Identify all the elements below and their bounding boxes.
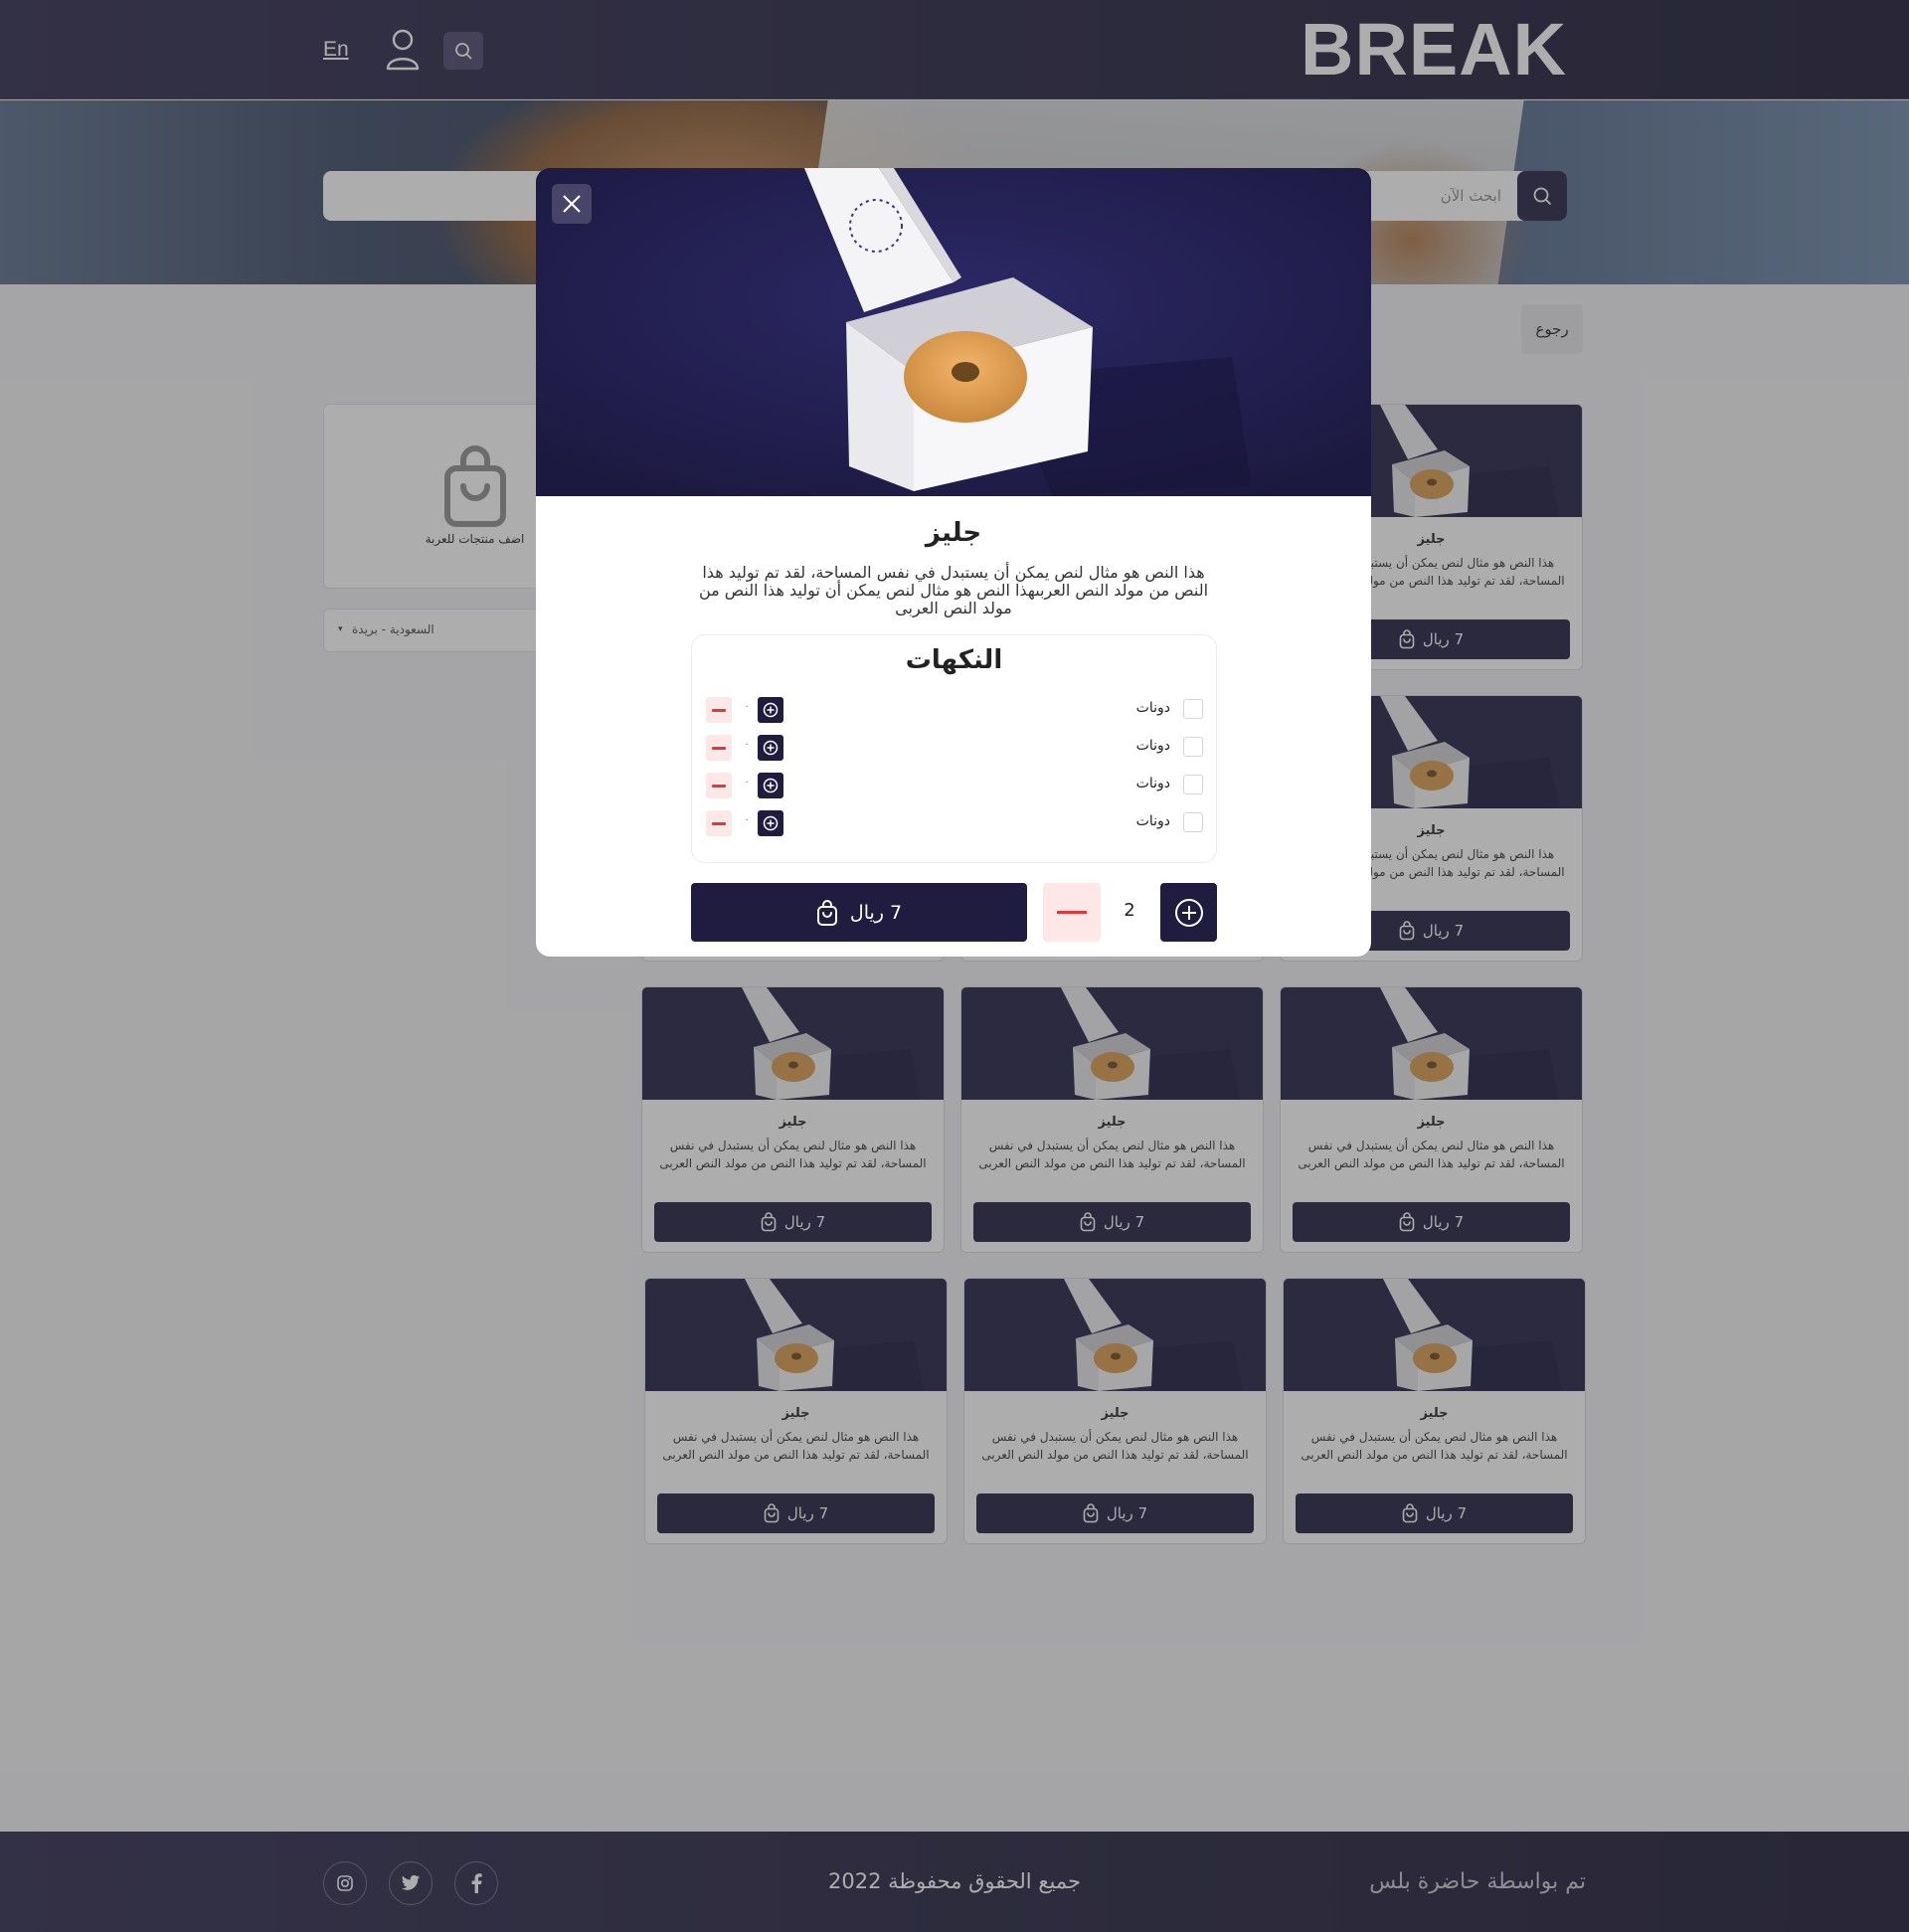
product-modal: جليز هذا النص هو مثال لنص يمكن أن يستبدل… xyxy=(536,168,1371,957)
product-image xyxy=(536,168,1371,496)
plus-circle-icon xyxy=(763,778,779,793)
flavor-row: دونات ٠ xyxy=(692,695,1218,723)
flavor-checkbox[interactable] xyxy=(1183,737,1203,757)
flavor-increase-button[interactable] xyxy=(758,773,783,798)
quantity-increase-button[interactable] xyxy=(1160,883,1217,942)
flavor-name: دونات xyxy=(1135,700,1170,716)
flavor-checkbox[interactable] xyxy=(1183,812,1203,832)
plus-circle-icon xyxy=(763,702,779,718)
add-to-cart-price: 7 ريال xyxy=(849,901,903,924)
flavor-name: دونات xyxy=(1135,813,1170,829)
flavor-decrease-button[interactable] xyxy=(706,810,732,836)
flavor-checkbox[interactable] xyxy=(1183,699,1203,719)
minus-icon xyxy=(712,746,726,750)
add-to-cart-button[interactable]: 7 ريال xyxy=(691,883,1027,942)
shopping-bag-icon xyxy=(816,899,837,926)
plus-circle-icon xyxy=(763,740,779,756)
flavor-name: دونات xyxy=(1135,738,1170,754)
flavor-increase-button[interactable] xyxy=(758,697,783,723)
quantity-value: 2 xyxy=(1124,900,1135,921)
minus-icon xyxy=(712,708,726,712)
close-icon xyxy=(563,195,581,213)
flavor-quantity: ٠ xyxy=(744,739,750,750)
flavor-quantity: ٠ xyxy=(744,777,750,788)
minus-icon xyxy=(712,821,726,825)
flavor-increase-button[interactable] xyxy=(758,810,783,836)
minus-icon xyxy=(712,784,726,788)
plus-circle-icon xyxy=(763,815,779,831)
modal-product-title: جليز xyxy=(925,518,982,548)
flavor-row: دونات ٠ xyxy=(692,771,1218,798)
flavor-quantity: ٠ xyxy=(744,814,750,825)
flavors-title: النكهات xyxy=(905,645,1003,675)
flavor-decrease-button[interactable] xyxy=(706,773,732,798)
flavor-quantity: ٠ xyxy=(744,701,750,712)
flavor-decrease-button[interactable] xyxy=(706,735,732,761)
modal-product-description: هذا النص هو مثال لنص يمكن أن يستبدل في ن… xyxy=(698,563,1209,617)
flavor-decrease-button[interactable] xyxy=(706,697,732,723)
donut-box-photo xyxy=(536,168,1371,496)
flavor-checkbox[interactable] xyxy=(1183,775,1203,794)
modal-close-button[interactable] xyxy=(552,184,592,224)
flavor-row: دونات ٠ xyxy=(692,808,1218,836)
flavor-row: دونات ٠ xyxy=(692,733,1218,761)
flavors-panel: النكهات دونات ٠ دونات ٠ دونات ٠ دونات ٠ xyxy=(691,634,1217,863)
flavor-increase-button[interactable] xyxy=(758,735,783,761)
plus-circle-icon xyxy=(1174,898,1203,927)
quantity-decrease-button[interactable] xyxy=(1043,883,1101,942)
minus-icon xyxy=(1057,911,1087,914)
flavor-name: دونات xyxy=(1135,776,1170,791)
